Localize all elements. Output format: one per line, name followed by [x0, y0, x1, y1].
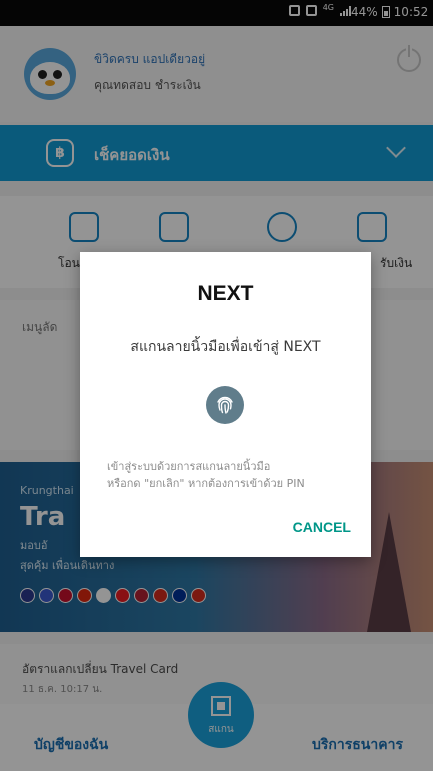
- dialog-title: NEXT: [197, 282, 254, 305]
- fingerprint-dialog: NEXT สแกนลายนิ้วมือเพื่อเข้าสู่ NEXT เข้…: [80, 252, 371, 557]
- dialog-hint-line-2: หรือกด "ยกเลิก" หากต้องการเข้าด้วย PIN: [107, 477, 305, 490]
- dialog-message: สแกนลายนิ้วมือเพื่อเข้าสู่ NEXT: [130, 339, 321, 355]
- cancel-button[interactable]: CANCEL: [293, 519, 351, 535]
- dialog-hint-line-1: เข้าสู่ระบบด้วยการสแกนลายนิ้วมือ: [107, 460, 271, 473]
- fingerprint-icon: [206, 386, 244, 424]
